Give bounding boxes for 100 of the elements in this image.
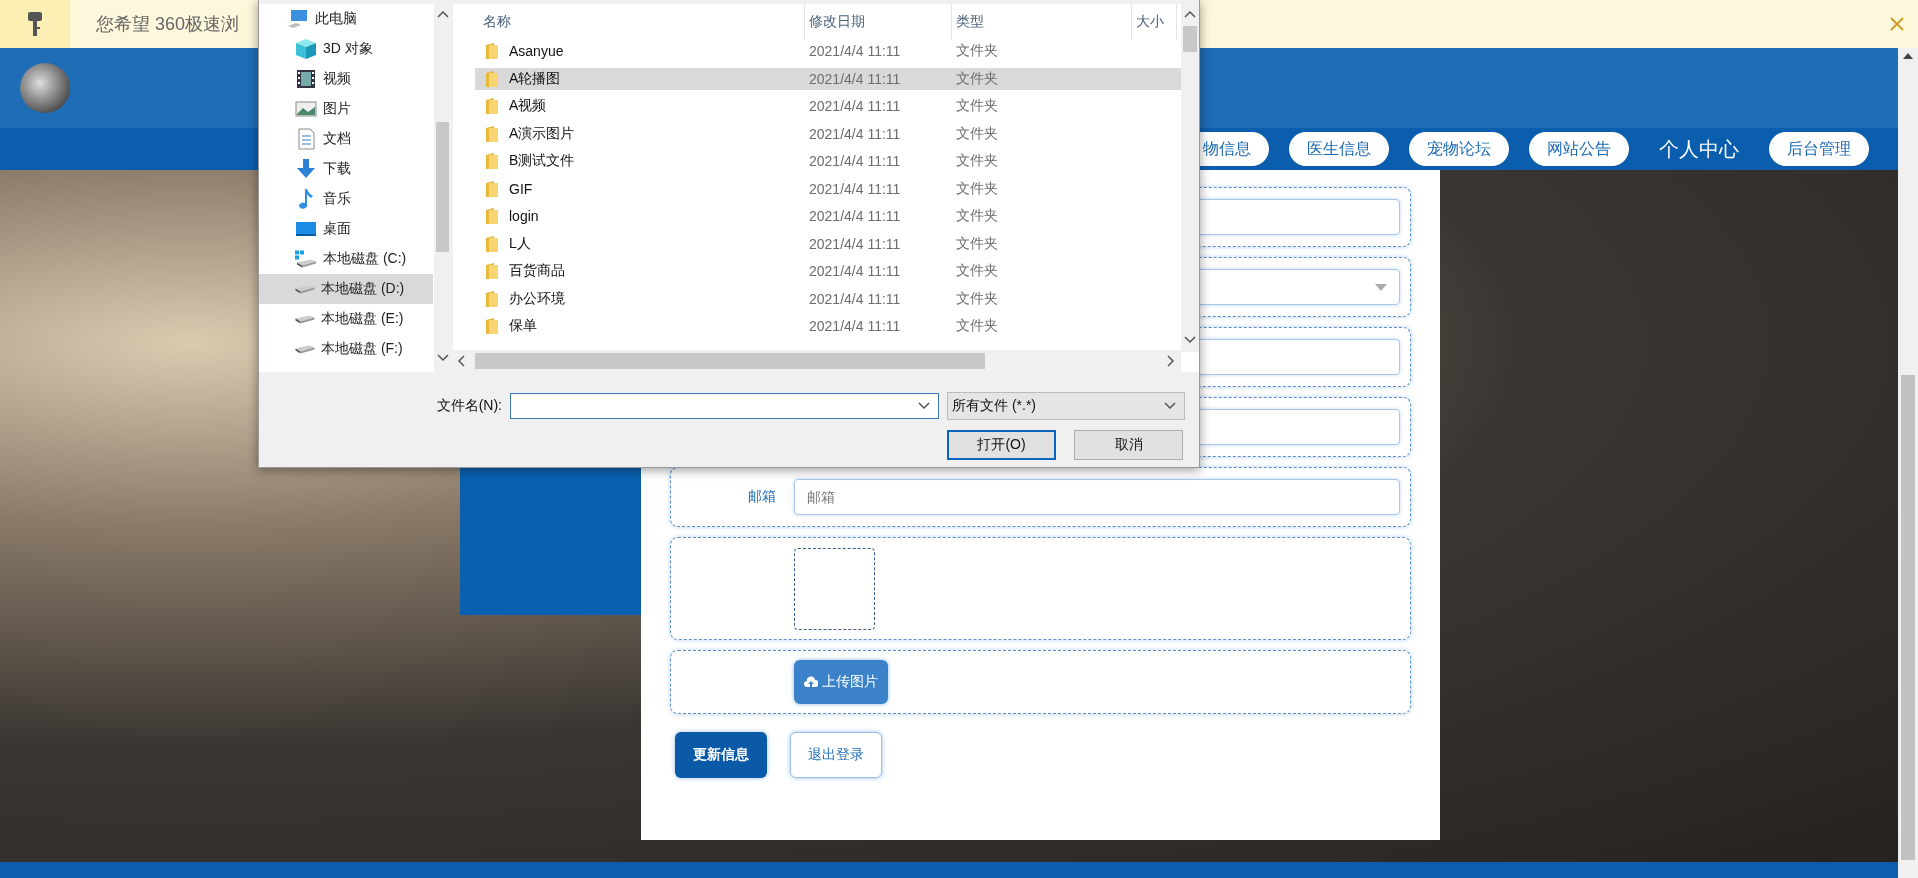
file-date: 2021/4/4 11:11	[808, 125, 902, 142]
scroll-thumb[interactable]	[1901, 375, 1915, 860]
folder-icon	[485, 207, 499, 225]
down-chevron-icon[interactable]	[437, 354, 449, 362]
down-chevron-icon[interactable]	[1184, 336, 1196, 344]
folder-icon	[485, 69, 499, 88]
scroll-thumb[interactable]	[436, 122, 449, 252]
file-name: 百货商品	[509, 262, 565, 280]
folder-icon	[485, 317, 499, 335]
up-chevron-icon[interactable]	[437, 10, 449, 18]
nav-pane-item[interactable]: 本地磁盘 (D:)	[259, 274, 433, 304]
file-row[interactable]: Asanyue 2021/4/4 11:11 文件夹	[475, 40, 1181, 62]
folder-icon	[485, 42, 499, 60]
caret-icon	[1164, 401, 1176, 411]
file-type: 文件夹	[955, 262, 999, 280]
file-date: 2021/4/4 11:11	[808, 208, 902, 224]
file-type: 文件夹	[955, 124, 999, 143]
drive-icon	[295, 284, 315, 294]
file-row[interactable]: L人 2021/4/4 11:11 文件夹	[475, 232, 1181, 255]
drive-icon	[295, 250, 317, 268]
nav-link[interactable]: 后台管理	[1769, 132, 1869, 166]
nav-pane-item[interactable]: 3D 对象	[259, 34, 433, 64]
file-name: L人	[509, 234, 531, 253]
nav-pane-label: 3D 对象	[323, 40, 373, 58]
file-date: 2021/4/4 11:11	[808, 70, 902, 87]
file-name: A视频	[509, 97, 547, 115]
file-name: 办公环境	[509, 289, 565, 308]
column-header[interactable]: 修改日期	[805, 4, 952, 40]
nav-pane-label: 桌面	[323, 220, 351, 238]
file-row[interactable]: login 2021/4/4 11:11 文件夹	[475, 205, 1181, 227]
file-name: 保单	[509, 317, 537, 335]
file-type: 文件夹	[955, 179, 999, 198]
scroll-thumb[interactable]	[1183, 26, 1197, 52]
file-date: 2021/4/4 11:11	[808, 235, 902, 252]
file-type: 文件夹	[955, 207, 999, 225]
scrollbar[interactable]	[1181, 4, 1199, 352]
nav-pane-label: 本地磁盘 (D:)	[321, 280, 405, 298]
folder-icon	[485, 97, 499, 115]
upload-button[interactable]: 上传图片	[794, 660, 888, 704]
nav-pane-item[interactable]: 音乐	[259, 184, 433, 214]
logout-button[interactable]: 退出登录	[790, 732, 882, 778]
file-name: A演示图片	[509, 124, 575, 143]
avatar[interactable]	[20, 63, 70, 113]
film-icon	[295, 68, 317, 90]
file-date: 2021/4/4 11:11	[808, 153, 902, 169]
file-row[interactable]: 百货商品 2021/4/4 11:11 文件夹	[475, 260, 1181, 282]
column-header[interactable]: 类型	[952, 4, 1132, 40]
open-button[interactable]: 打开(O)	[947, 430, 1056, 460]
scrollbar[interactable]	[1898, 48, 1918, 878]
file-date: 2021/4/4 11:11	[808, 98, 902, 114]
nav-pane-item[interactable]: 本地磁盘 (F:)	[259, 334, 433, 364]
left-chevron-icon[interactable]	[457, 355, 465, 367]
field-label: 文件名(N):	[435, 397, 502, 415]
drive-icon	[295, 344, 315, 354]
picture-icon	[295, 98, 317, 120]
nav-link[interactable]: 宠物论坛	[1409, 132, 1509, 166]
nav-pane-item[interactable]: 视频	[259, 64, 433, 94]
nav-pane-label: 下载	[323, 160, 351, 178]
column-header[interactable]: 名称	[479, 4, 805, 40]
nav-link[interactable]: 个人中心	[1649, 134, 1749, 164]
nav-link[interactable]: 网站公告	[1529, 132, 1629, 166]
file-type: 文件夹	[955, 69, 999, 88]
file-type: 文件夹	[955, 289, 999, 308]
nav-pane-item[interactable]: 本地磁盘 (E:)	[259, 304, 433, 334]
file-row[interactable]: A视频 2021/4/4 11:11 文件夹	[475, 95, 1181, 117]
file-row[interactable]: A轮播图 2021/4/4 11:11 文件夹	[475, 67, 1181, 90]
column-header[interactable]: 大小	[1132, 4, 1177, 40]
filename-field[interactable]	[510, 393, 939, 419]
nav-pane-item[interactable]: 本地磁盘 (C:)	[259, 244, 433, 274]
file-type: 文件夹	[955, 234, 999, 253]
scroll-thumb[interactable]	[475, 353, 985, 369]
caret-icon	[918, 401, 930, 411]
folder-icon	[485, 124, 499, 143]
nav-pane-item[interactable]: 桌面	[259, 214, 433, 244]
nav-pane-label: 文档	[323, 130, 351, 148]
cancel-button[interactable]: 取消	[1074, 430, 1183, 460]
up-chevron-icon[interactable]	[1184, 10, 1196, 18]
nav-pane-item[interactable]: 此电脑	[259, 4, 433, 34]
file-date: 2021/4/4 11:11	[808, 290, 902, 307]
document-icon	[295, 128, 317, 150]
right-chevron-icon[interactable]	[1167, 355, 1175, 367]
file-row[interactable]: 办公环境 2021/4/4 11:11 文件夹	[475, 287, 1181, 310]
file-name: B测试文件	[509, 152, 575, 170]
folder-icon	[485, 234, 499, 253]
file-row[interactable]: 保单 2021/4/4 11:11 文件夹	[475, 315, 1181, 337]
input-field[interactable]: 邮箱	[794, 479, 1400, 515]
folder-icon	[485, 289, 499, 308]
file-date: 2021/4/4 11:11	[808, 318, 902, 334]
folder-icon	[485, 262, 499, 280]
cloud-upload-icon	[804, 676, 818, 688]
up-arrow-icon[interactable]	[1903, 52, 1913, 60]
nav-pane-label: 本地磁盘 (F:)	[321, 340, 403, 358]
scrollbar[interactable]	[453, 350, 1181, 372]
nav-pane-item[interactable]: 文档	[259, 124, 433, 154]
nav-pane-item[interactable]: 图片	[259, 94, 433, 124]
nav-link[interactable]: 医生信息	[1289, 132, 1389, 166]
file-type-dropdown[interactable]: 所有文件 (*.*)	[947, 392, 1185, 420]
file-row[interactable]: GIF 2021/4/4 11:11 文件夹	[475, 177, 1181, 200]
nav-pane-item[interactable]: 下载	[259, 154, 433, 184]
update-button[interactable]: 更新信息	[675, 732, 767, 778]
